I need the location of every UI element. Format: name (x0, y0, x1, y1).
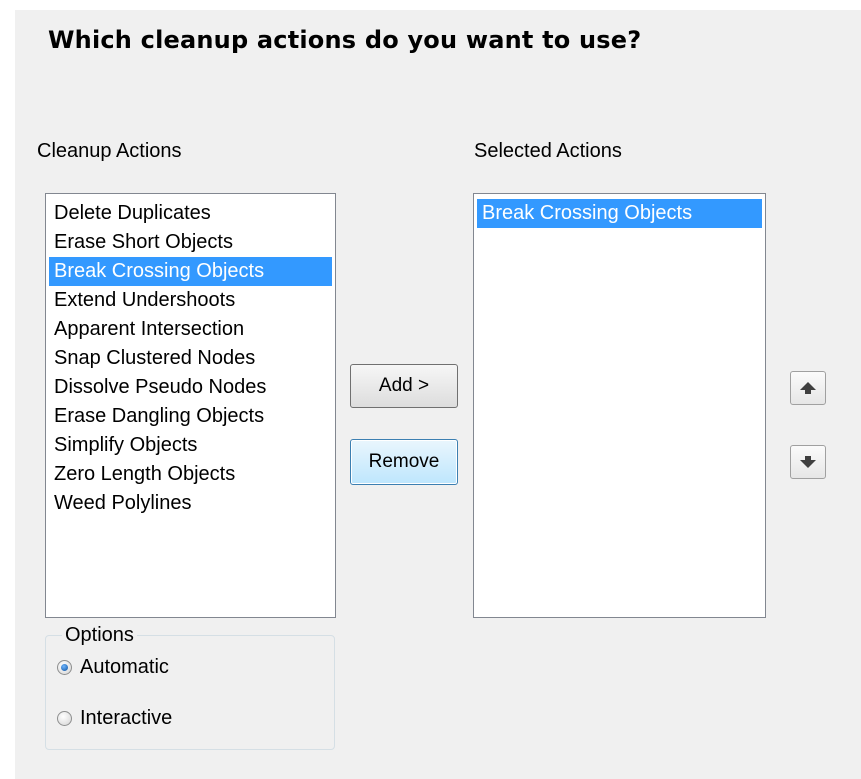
list-item[interactable]: Simplify Objects (49, 431, 332, 460)
list-item[interactable]: Snap Clustered Nodes (49, 344, 332, 373)
move-down-button[interactable] (790, 445, 826, 479)
arrow-down-icon (800, 456, 816, 468)
list-item[interactable]: Zero Length Objects (49, 460, 332, 489)
options-groupbox (45, 635, 335, 750)
list-item[interactable]: Extend Undershoots (49, 286, 332, 315)
radio-checked-icon[interactable] (57, 660, 72, 675)
page-title: Which cleanup actions do you want to use… (48, 26, 642, 54)
list-item[interactable]: Dissolve Pseudo Nodes (49, 373, 332, 402)
list-item[interactable]: Delete Duplicates (49, 199, 332, 228)
options-legend: Options (62, 624, 137, 647)
remove-button[interactable]: Remove (350, 439, 458, 485)
interactive-radio-label: Interactive (80, 707, 173, 729)
list-item[interactable]: Erase Dangling Objects (49, 402, 332, 431)
arrow-up-icon (800, 382, 816, 394)
cleanup-actions-label: Cleanup Actions (37, 140, 182, 162)
interactive-radio-option[interactable]: Interactive (57, 707, 172, 730)
radio-unchecked-icon[interactable] (57, 711, 72, 726)
selected-actions-label: Selected Actions (474, 140, 622, 162)
list-item-selected[interactable]: Break Crossing Objects (49, 257, 332, 286)
list-item[interactable]: Erase Short Objects (49, 228, 332, 257)
automatic-radio-label: Automatic (80, 656, 169, 678)
automatic-radio-option[interactable]: Automatic (57, 656, 169, 679)
add-button[interactable]: Add > (350, 364, 458, 408)
list-item[interactable]: Apparent Intersection (49, 315, 332, 344)
list-item[interactable]: Weed Polylines (49, 489, 332, 518)
move-up-button[interactable] (790, 371, 826, 405)
list-item-selected[interactable]: Break Crossing Objects (477, 199, 762, 228)
selected-actions-list[interactable]: Break Crossing Objects (473, 193, 766, 618)
cleanup-actions-list[interactable]: Delete Duplicates Erase Short Objects Br… (45, 193, 336, 618)
